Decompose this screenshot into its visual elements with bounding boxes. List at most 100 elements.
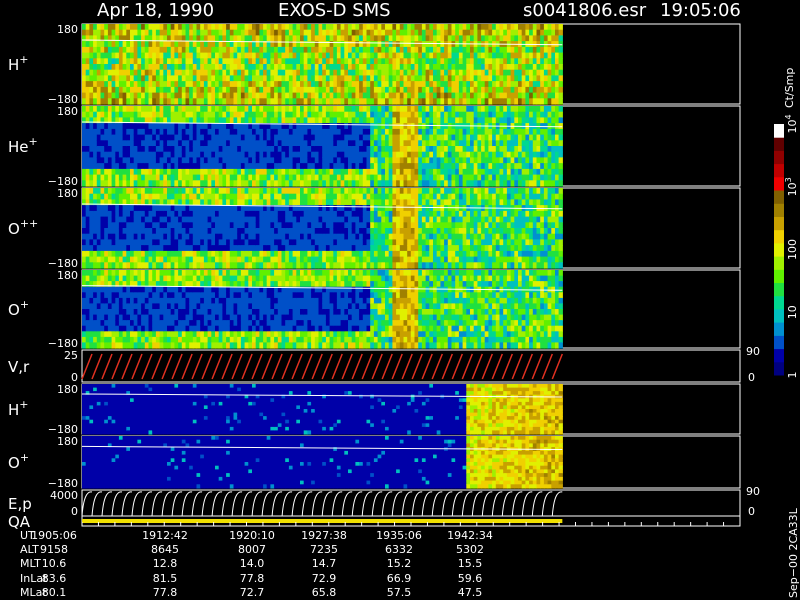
heatmap-cell (429, 106, 434, 113)
heatmap-cell (403, 75, 408, 82)
heatmap-cell (414, 157, 419, 164)
heatmap-cell (329, 239, 334, 246)
heatmap-cell (518, 29, 523, 36)
heatmap-cell (366, 245, 371, 252)
heatmap-cell (100, 256, 105, 263)
heatmap-cell (248, 64, 253, 71)
heatmap-cell (174, 168, 179, 176)
heatmap-cell (122, 98, 127, 105)
heatmap-cell (307, 92, 312, 99)
heatmap-cell (410, 222, 416, 229)
heatmap-cell (403, 163, 408, 170)
heatmap-cell (388, 98, 393, 105)
heatmap-cell (355, 58, 360, 65)
heatmap-cell (421, 262, 427, 269)
heatmap-cell (547, 174, 552, 181)
heatmap-cell (444, 75, 449, 82)
heatmap-cell (196, 168, 201, 176)
heatmap-cell (170, 41, 175, 48)
heatmap-cell (226, 222, 231, 229)
heatmap-cell (126, 239, 131, 246)
heatmap-cell (281, 106, 286, 113)
heatmap-cell (558, 86, 563, 94)
heatmap-cell (203, 69, 209, 76)
heatmap-cell (222, 180, 227, 187)
heatmap-cell (100, 29, 105, 36)
heatmap-cell (133, 146, 138, 153)
heatmap-cell (122, 157, 127, 164)
heatmap-cell (111, 106, 116, 113)
heatmap-cell (277, 64, 283, 71)
heatmap-cell (418, 86, 423, 94)
heatmap-cell (447, 98, 453, 105)
heatmap-cell (144, 157, 150, 164)
heatmap-cell (307, 98, 312, 105)
heatmap-cell (96, 168, 102, 176)
heatmap-cell (130, 146, 135, 153)
heatmap-cell (421, 134, 427, 141)
heatmap-cell (270, 140, 275, 147)
heatmap-cell (229, 199, 235, 206)
heatmap-cell (170, 239, 175, 246)
heatmap-cell (226, 41, 231, 48)
heatmap-cell (93, 174, 98, 181)
heatmap-cell (296, 250, 301, 258)
heatmap-cell (174, 81, 179, 88)
heatmap-cell (303, 157, 308, 164)
heatmap-cell (248, 92, 253, 99)
heatmap-cell (495, 52, 501, 59)
heatmap-cell (436, 123, 441, 130)
heatmap-cell (266, 146, 271, 153)
heatmap-cell (447, 41, 453, 48)
heatmap-cell (252, 117, 257, 124)
heatmap-cell (133, 205, 138, 212)
heatmap-cell (137, 75, 142, 82)
heatmap-cell (252, 46, 257, 54)
heatmap-cell (499, 75, 504, 82)
heatmap-cell (211, 69, 216, 76)
heatmap-cell (244, 174, 249, 181)
heatmap-cell (322, 128, 327, 136)
heatmap-cell (551, 64, 556, 71)
heatmap-cell (436, 163, 441, 170)
heatmap-cell (436, 69, 441, 76)
heatmap-cell (237, 46, 242, 54)
heatmap-cell (355, 86, 360, 94)
heatmap-cell (200, 228, 205, 235)
heatmap-cell (558, 52, 563, 59)
heatmap-cell (521, 92, 526, 99)
heatmap-cell (111, 86, 116, 94)
heatmap-cell (185, 262, 190, 269)
heatmap-cell (325, 174, 331, 181)
heatmap-cell (274, 256, 279, 263)
heatmap-cell (152, 228, 157, 235)
heatmap-cell (436, 157, 441, 164)
heatmap-cell (410, 111, 416, 118)
heatmap-cell (104, 58, 109, 65)
heatmap-cell (362, 146, 368, 153)
heatmap-cell (403, 29, 408, 36)
heatmap-cell (370, 92, 375, 99)
heatmap-cell (218, 245, 223, 252)
heatmap-cell (447, 151, 453, 158)
heatmap-cell (237, 35, 242, 42)
heatmap-cell (152, 174, 157, 181)
heatmap-cell (89, 163, 94, 170)
heatmap-cell (433, 52, 438, 59)
heatmap-cell (244, 250, 249, 258)
heatmap-cell (196, 75, 201, 82)
heatmap-cell (392, 24, 397, 31)
heatmap-cell (89, 168, 94, 176)
heatmap-cell (521, 98, 526, 105)
heatmap-cell (336, 98, 342, 105)
heatmap-cell (233, 81, 238, 88)
heatmap-cell (421, 35, 427, 42)
heatmap-cell (167, 106, 172, 113)
heatmap-cell (89, 193, 94, 200)
heatmap-cell (130, 58, 135, 65)
heatmap-cell (203, 140, 209, 147)
heatmap-cell (359, 64, 364, 71)
heatmap-cell (503, 157, 508, 164)
heatmap-cell (303, 140, 308, 147)
heatmap-cell (122, 205, 127, 212)
